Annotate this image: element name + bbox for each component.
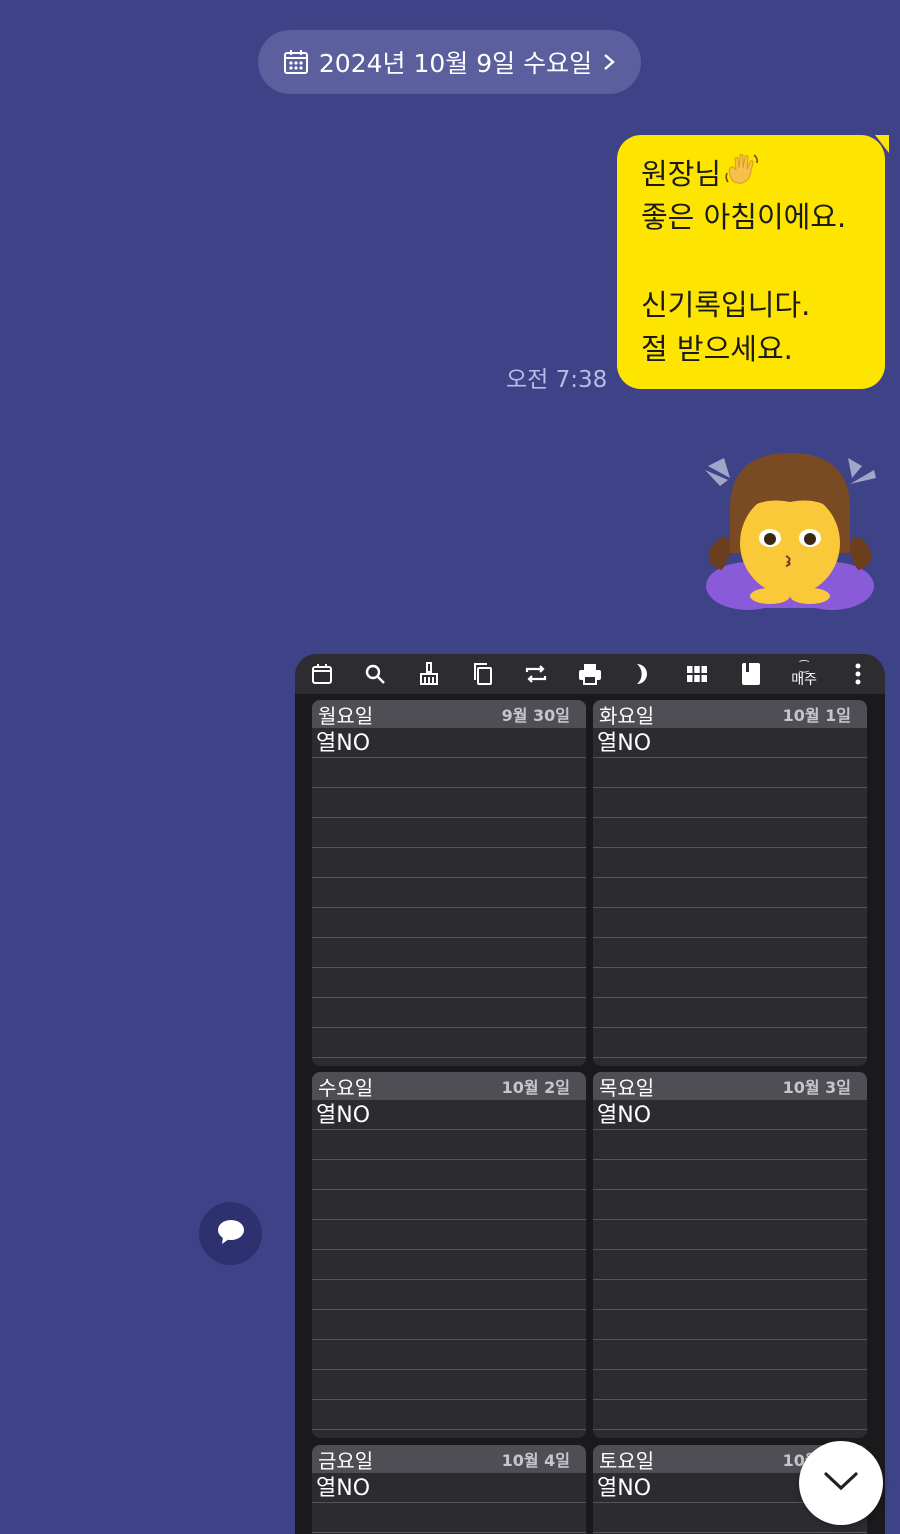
chevron-right-icon: [602, 52, 616, 72]
day-date: 9월 30일: [501, 706, 570, 725]
copy-icon: [456, 654, 510, 694]
day-panel-thursday: 목요일 10월 3일 열NO: [593, 1072, 867, 1438]
message-line-5: 절 받으세요.: [641, 332, 793, 366]
day-panel-tuesday: 화요일 10월 1일 열NO: [593, 700, 867, 1066]
print-icon: [563, 654, 617, 694]
message-line-1: 원장님: [641, 151, 885, 195]
calendar-icon: [295, 654, 349, 694]
day-name: 월요일: [318, 703, 374, 728]
weekly-toggle: ⁐ 매주: [777, 654, 831, 694]
scroll-down-button[interactable]: [799, 1441, 883, 1525]
day-name: 토요일: [599, 1448, 655, 1473]
search-icon: [349, 654, 403, 694]
day-header: 금요일 10월 4일: [312, 1445, 586, 1473]
day-panel-wednesday: 수요일 10월 2일 열NO: [312, 1072, 586, 1438]
day-entry: 열NO: [316, 731, 371, 756]
message-time: 오전 7:38: [506, 367, 608, 393]
chevron-down-icon: [823, 1470, 859, 1496]
day-header: 수요일 10월 2일: [312, 1072, 586, 1100]
day-header: 화요일 10월 1일: [593, 700, 867, 728]
waving-hand-icon: [723, 151, 761, 201]
day-name: 금요일: [318, 1448, 374, 1473]
day-date: 10월 2일: [501, 1078, 570, 1097]
chat-bubble-icon: [217, 1219, 245, 1249]
chat-button[interactable]: [199, 1202, 262, 1265]
message-line-blank: [641, 239, 885, 283]
day-header: 목요일 10월 3일: [593, 1072, 867, 1100]
day-name: 수요일: [318, 1075, 374, 1100]
day-header: 월요일 9월 30일: [312, 700, 586, 728]
date-divider[interactable]: 2024년 10월 9일 수요일: [258, 30, 641, 94]
bubble-tail: [875, 135, 889, 153]
message-text: 원장님: [641, 157, 722, 191]
day-entry: 열NO: [316, 1103, 371, 1128]
day-name: 화요일: [599, 703, 655, 728]
day-date: 10월 4일: [501, 1451, 570, 1470]
date-label: 2024년 10월 9일 수요일: [318, 49, 593, 78]
calendar-icon: [283, 49, 309, 75]
message-line-4: 신기록입니다.: [641, 288, 811, 322]
moon-icon: [617, 654, 671, 694]
day-panel-friday: 금요일 10월 4일 열NO: [312, 1445, 586, 1534]
image-toolbar: ⁐ 매주: [295, 654, 885, 694]
weekly-label: 매주: [791, 672, 818, 688]
more-vertical-icon: [831, 654, 885, 694]
image-attachment[interactable]: ⁐ 매주 월요일 9월 30일 열NO 화요일 10월 1일 열NO 수요일 1…: [295, 654, 885, 1534]
day-name: 목요일: [599, 1075, 655, 1100]
message-bubble[interactable]: 원장님 좋은 아침이에요. 신기록입니다. 절 받으세요.: [617, 135, 889, 389]
day-entry: 열NO: [597, 1103, 652, 1128]
day-date: 10월 3일: [782, 1078, 851, 1097]
grid-icon: [670, 654, 724, 694]
day-entry: 열NO: [316, 1476, 371, 1501]
day-date: 10월 1일: [782, 706, 851, 725]
message-line-2: 좋은 아침이에요.: [641, 200, 847, 234]
book-icon: [724, 654, 778, 694]
broom-icon: [402, 654, 456, 694]
repeat-icon: [509, 654, 563, 694]
day-panel-monday: 월요일 9월 30일 열NO: [312, 700, 586, 1066]
bowing-girl-emoji-icon[interactable]: [700, 438, 880, 613]
day-entry: 열NO: [597, 731, 652, 756]
